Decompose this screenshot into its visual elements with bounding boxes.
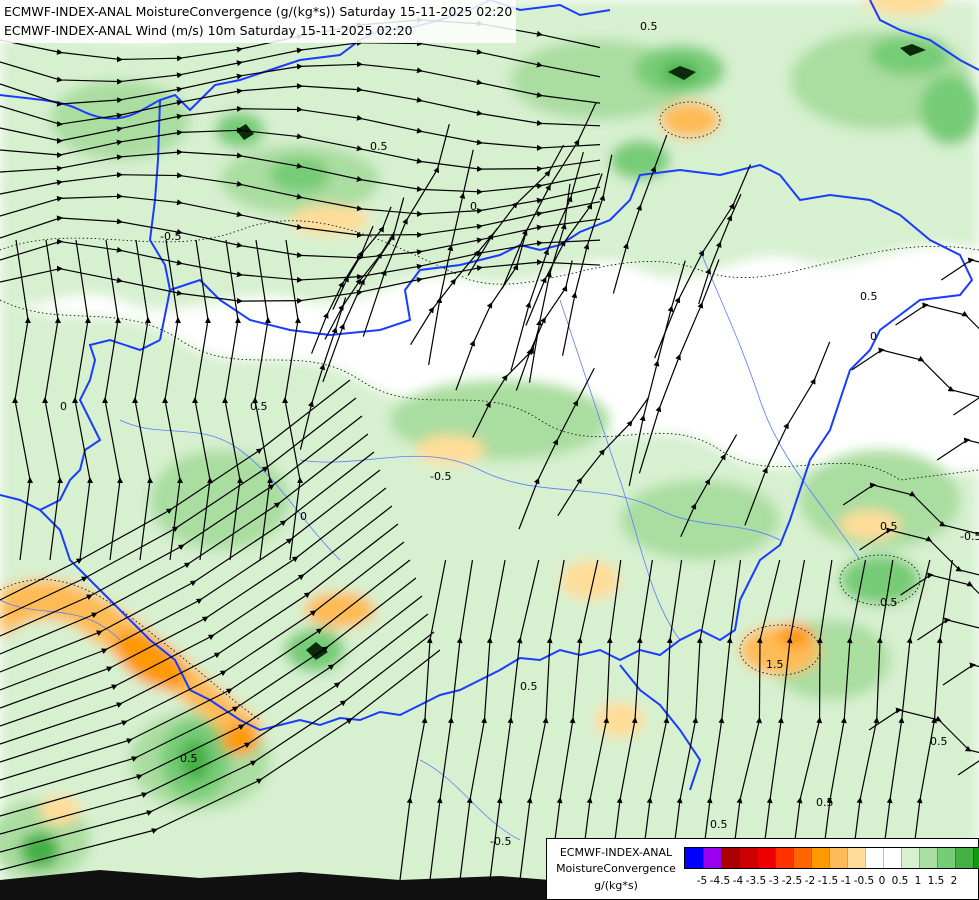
contour-label: 0.5 xyxy=(710,818,728,831)
legend-tick-label: -5 xyxy=(696,875,708,887)
contour-label: -0.5 xyxy=(960,530,979,543)
contour-label: 0.5 xyxy=(250,400,268,413)
legend-swatch xyxy=(829,848,847,868)
legend-tick-label: -2.5 xyxy=(781,875,803,887)
legend-tick-label: 0 xyxy=(878,875,886,887)
map-title-block: ECMWF-INDEX-ANAL MoistureConvergence (g/… xyxy=(0,0,517,43)
contour-label: -0.5 xyxy=(430,470,451,483)
contour-label: 1.5 xyxy=(766,658,784,671)
legend-swatch xyxy=(919,848,937,868)
legend-swatch xyxy=(883,848,901,868)
legend-swatch xyxy=(721,848,739,868)
legend-swatch xyxy=(973,848,979,868)
legend-swatches xyxy=(684,847,979,869)
legend-tick-label: -3 xyxy=(768,875,780,887)
legend-swatch xyxy=(901,848,919,868)
contour-label: 0 xyxy=(470,200,477,213)
legend-tick-label: 1.5 xyxy=(927,875,945,887)
contour-label: 0.5 xyxy=(816,796,834,809)
legend-swatch xyxy=(757,848,775,868)
contour-label: 0.5 xyxy=(880,596,898,609)
legend-swatch xyxy=(703,848,721,868)
legend-tick-label: 2 xyxy=(950,875,958,887)
contour-label: -0.5 xyxy=(490,835,511,848)
weather-map: 0.50-0.50.500.50-0.50.500.5-0.50.51.50.5… xyxy=(0,0,979,900)
legend-tick-label: -1 xyxy=(840,875,852,887)
legend-tick-label: -1.5 xyxy=(817,875,839,887)
legend-tick-label: -4.5 xyxy=(709,875,731,887)
legend-swatch xyxy=(955,848,973,868)
legend-tick-label: -4 xyxy=(732,875,744,887)
contour-label: 0 xyxy=(300,510,307,523)
contour-label: 0.5 xyxy=(640,20,658,33)
legend-tick-label: -2 xyxy=(804,875,816,887)
contour-label: -0.5 xyxy=(160,230,181,243)
legend-tick-label: 1 xyxy=(914,875,922,887)
legend-tick-label: -0.5 xyxy=(853,875,875,887)
contour-label: 0 xyxy=(60,400,67,413)
contour-label: 0.5 xyxy=(520,680,538,693)
contour-label: 0 xyxy=(870,330,877,343)
legend-swatch xyxy=(937,848,955,868)
legend-swatch xyxy=(739,848,757,868)
contour-label: 0.5 xyxy=(180,752,198,765)
legend-swatch xyxy=(793,848,811,868)
legend-ticks: -5 -4.5 -4 -3.5 -3 -2.5 -2 -1.5 -1 -0.5 0 0.5 1 1.5 2 xyxy=(684,875,979,889)
legend-swatch xyxy=(847,848,865,868)
legend-unit: g/(kg*s) xyxy=(594,879,638,892)
title-wind: ECMWF-INDEX-ANAL Wind (m/s) 10m Saturday… xyxy=(4,23,413,38)
legend-tick-label: 0.5 xyxy=(891,875,909,887)
legend-tick-label: -3.5 xyxy=(745,875,767,887)
legend-variable: MoistureConvergence xyxy=(556,862,676,875)
color-legend: ECMWF-INDEX-ANAL MoistureConvergence g/(… xyxy=(546,838,979,900)
legend-swatch xyxy=(865,848,883,868)
legend-swatch xyxy=(775,848,793,868)
contour-label: 0.5 xyxy=(880,520,898,533)
legend-swatch xyxy=(811,848,829,868)
title-moisture: ECMWF-INDEX-ANAL MoistureConvergence (g/… xyxy=(4,4,513,19)
contour-label: 0.5 xyxy=(370,140,388,153)
legend-swatch xyxy=(685,848,703,868)
contour-label: 0.5 xyxy=(930,735,948,748)
contour-label: 0.5 xyxy=(860,290,878,303)
legend-model: ECMWF-INDEX-ANAL xyxy=(559,846,673,859)
